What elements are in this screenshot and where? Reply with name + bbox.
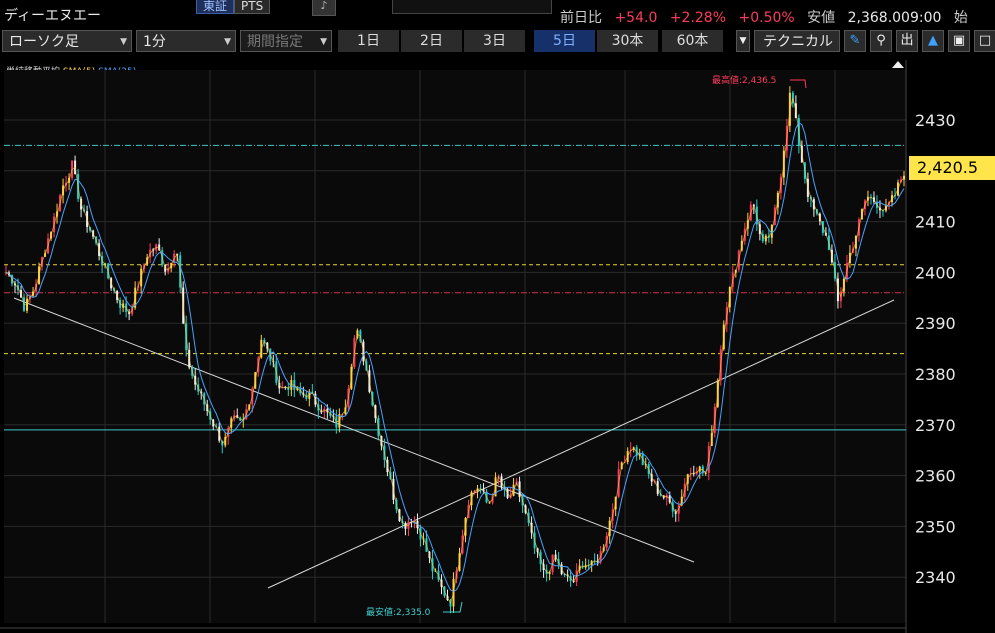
- high-annotation: 最高値:2,436.5: [712, 74, 776, 86]
- period-30[interactable]: 30本: [597, 30, 659, 52]
- open-label: 始: [953, 10, 968, 26]
- chart-type-select[interactable]: ローソク足 ▼: [2, 30, 132, 52]
- tab-tse[interactable]: 東証: [196, 0, 235, 14]
- scroll-up-icon: [892, 61, 904, 68]
- expand-icon[interactable]: □: [974, 30, 995, 52]
- price-chart[interactable]: 2340 2350 2360 2370 2380 2390 2400 2410 2430 最高値…: [0, 60, 995, 633]
- tab-pts[interactable]: PTS: [234, 0, 271, 14]
- range-select: 期間指定 ▼: [240, 30, 332, 52]
- chevron-down-icon: ▼: [320, 37, 327, 47]
- technical-button[interactable]: テクニカル: [754, 30, 840, 52]
- chart-toolbar: ローソク足 ▼ 1分 ▼ 期間指定 ▼ 1日 2日 3日 5日 30本 60本 …: [0, 30, 995, 54]
- change-pct: +2.28%: [669, 10, 727, 26]
- zoom-icon[interactable]: ⚲: [870, 30, 892, 52]
- y-tick-label: 2410: [915, 213, 956, 232]
- period-3d[interactable]: 3日: [464, 30, 526, 52]
- period-1d[interactable]: 1日: [338, 30, 400, 52]
- chevron-down-icon: ▼: [120, 37, 127, 47]
- y-tick-label: 2360: [915, 467, 956, 486]
- y-tick-label: 2370: [915, 416, 956, 435]
- area-chart-icon[interactable]: ▲: [922, 30, 944, 52]
- header-bar: ディーエヌエー 東証 PTS ♪ 前日比 +54.0 +2.28% +0.50%…: [0, 0, 995, 28]
- quote-line: 前日比 +54.0 +2.28% +0.50% 安値 2,368.009:00 …: [560, 7, 976, 27]
- chart-type-value: ローソク足: [9, 34, 79, 50]
- period-60[interactable]: 60本: [662, 30, 724, 52]
- low-label: 安値: [807, 10, 836, 26]
- change-value: +54.0: [614, 10, 658, 26]
- price-axis: 2340 2350 2360 2370 2380 2390 2400 2410 2430: [915, 111, 956, 587]
- y-tick-label: 2430: [915, 111, 956, 130]
- period-2d[interactable]: 2日: [401, 30, 463, 52]
- y-tick-label: 2400: [915, 263, 956, 282]
- y-tick-label: 2350: [915, 517, 956, 536]
- interval-value: 1分: [143, 34, 166, 50]
- low-time: 09:00: [901, 10, 942, 26]
- interval-select[interactable]: 1分 ▼: [136, 30, 236, 52]
- symbol-name: ディーエヌエー: [4, 8, 102, 24]
- low-value: 2,368.0: [847, 10, 902, 26]
- market-tabs: 東証 PTS: [196, 0, 271, 14]
- period-5d[interactable]: 5日: [534, 30, 596, 52]
- chart-grid: [0, 60, 907, 633]
- alert-bell-icon[interactable]: ♪: [312, 0, 336, 16]
- info-field: [392, 0, 552, 14]
- range-value: 期間指定: [247, 34, 303, 50]
- y-tick-label: 2390: [915, 314, 956, 333]
- output-icon[interactable]: 出: [896, 30, 918, 52]
- low-annotation: 最安値:2,335.0: [366, 606, 431, 618]
- y-tick-label: 2380: [915, 365, 956, 384]
- y-tick-label: 2340: [915, 568, 956, 587]
- change-label: 前日比: [560, 10, 602, 26]
- chevron-down-icon: ▼: [224, 37, 231, 47]
- current-price-tag: 2,420.5: [909, 156, 995, 180]
- save-icon[interactable]: ▣: [948, 30, 970, 52]
- ratio-pct: +0.50%: [738, 10, 795, 26]
- pen-icon[interactable]: ✎: [844, 30, 866, 52]
- period-more-chevron-icon[interactable]: ▼: [736, 30, 750, 52]
